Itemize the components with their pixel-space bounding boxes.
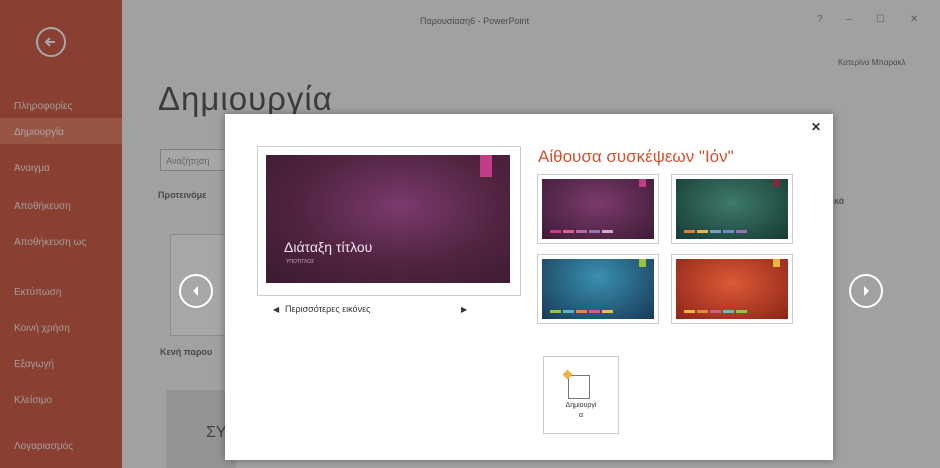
create-button-label: Δημιουργί	[565, 402, 597, 409]
create-button[interactable]: Δημιουργί α	[543, 356, 619, 434]
color-swatch	[684, 230, 695, 233]
variant-color-bar	[684, 230, 747, 233]
theme-variant-swatch	[676, 179, 788, 239]
color-swatch	[550, 230, 561, 233]
theme-variant-swatch	[676, 259, 788, 319]
color-swatch	[723, 230, 734, 233]
more-images-link[interactable]: Περισσότερες εικόνες	[285, 304, 370, 314]
dialog-close-button[interactable]: ✕	[811, 120, 821, 134]
color-swatch	[589, 230, 600, 233]
variant-accent-tab	[773, 259, 780, 267]
theme-preview-slide: Διάταξη τίτλου ΥΠΟΤΙΤΛΟΣ	[266, 155, 510, 283]
color-swatch	[563, 310, 574, 313]
preview-slide-subtitle: ΥΠΟΤΙΤΛΟΣ	[286, 259, 315, 265]
color-swatch	[697, 310, 708, 313]
theme-variant-swatch	[542, 259, 654, 319]
chevron-left-icon	[193, 286, 198, 296]
variant-color-bar	[550, 230, 613, 233]
theme-name: Αίθουσα συσκέψεων "Ιόν"	[538, 147, 734, 166]
theme-variant-2[interactable]	[671, 174, 793, 244]
preview-slide-title: Διάταξη τίτλου	[284, 239, 373, 255]
create-button-label-continuation: α	[578, 412, 584, 419]
color-swatch	[563, 230, 574, 233]
color-swatch	[697, 230, 708, 233]
previous-template-button[interactable]	[179, 274, 213, 308]
color-swatch	[736, 230, 747, 233]
color-swatch	[736, 310, 747, 313]
color-swatch	[589, 310, 600, 313]
more-images-prev-icon[interactable]: ◀	[273, 305, 279, 314]
color-swatch	[576, 230, 587, 233]
color-swatch	[710, 230, 721, 233]
color-swatch	[602, 230, 613, 233]
color-swatch	[576, 310, 587, 313]
variant-accent-tab	[773, 179, 780, 187]
new-document-icon	[568, 375, 590, 399]
color-swatch	[550, 310, 561, 313]
theme-variant-swatch	[542, 179, 654, 239]
more-images-next-icon[interactable]: ▶	[461, 305, 467, 314]
next-template-button[interactable]	[849, 274, 883, 308]
chevron-right-icon	[864, 286, 869, 296]
theme-variant-4[interactable]	[671, 254, 793, 324]
variant-color-bar	[550, 310, 613, 313]
variant-accent-tab	[639, 259, 646, 267]
color-swatch	[723, 310, 734, 313]
variant-accent-tab	[639, 179, 646, 187]
color-swatch	[710, 310, 721, 313]
theme-variant-1[interactable]	[537, 174, 659, 244]
theme-preview-dialog: ✕ Διάταξη τίτλου ΥΠΟΤΙΤΛΟΣ ◀ Περισσότερε…	[225, 114, 833, 460]
preview-accent-tab	[480, 155, 492, 177]
color-swatch	[684, 310, 695, 313]
color-swatch	[602, 310, 613, 313]
theme-variant-3[interactable]	[537, 254, 659, 324]
variant-color-bar	[684, 310, 747, 313]
theme-preview-frame: Διάταξη τίτλου ΥΠΟΤΙΤΛΟΣ	[257, 146, 521, 296]
